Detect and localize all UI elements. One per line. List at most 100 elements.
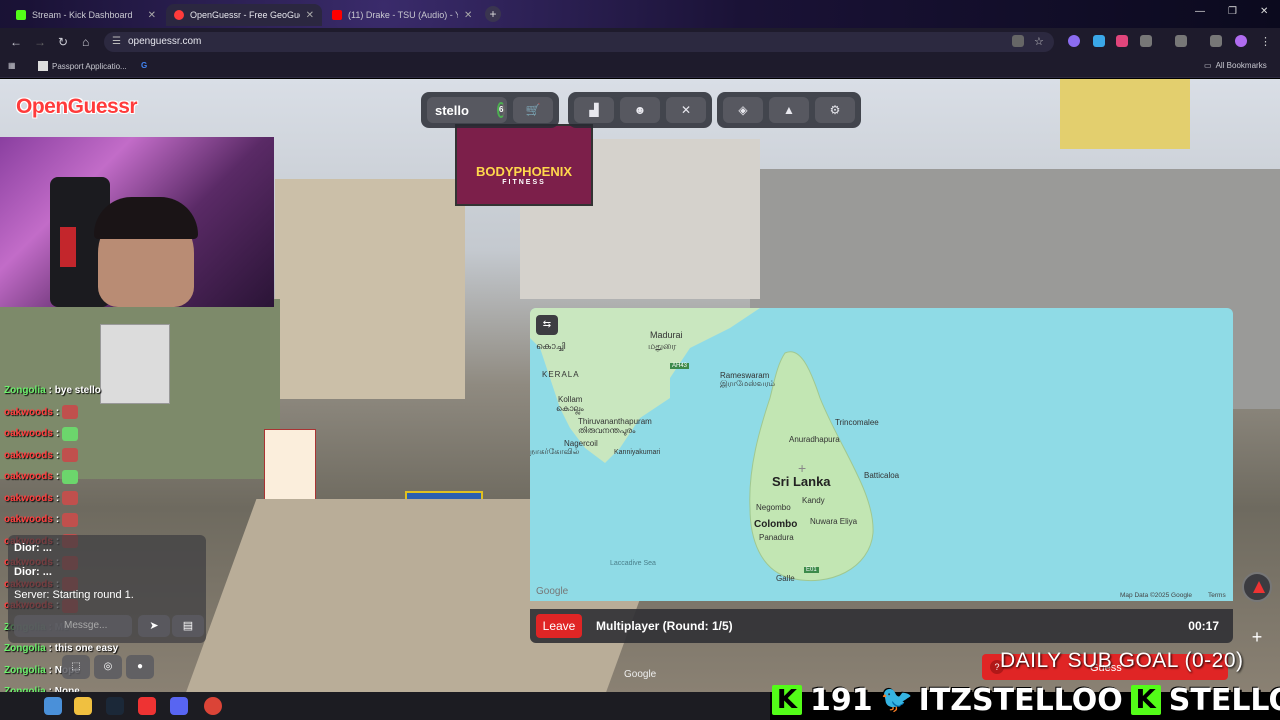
- taskbar-app-icon[interactable]: [44, 697, 62, 715]
- duel-button[interactable]: ✕: [666, 97, 706, 123]
- leaderboard-button[interactable]: ▟: [574, 97, 614, 123]
- new-tab-button[interactable]: +: [485, 6, 501, 22]
- chat-input[interactable]: Messge...: [14, 615, 132, 637]
- cart-icon: 🛒: [525, 103, 541, 117]
- forward-icon[interactable]: →: [34, 35, 46, 49]
- os-taskbar: [0, 692, 770, 720]
- emote-button[interactable]: ▤: [172, 615, 204, 637]
- map-toggle-button[interactable]: ⇆: [536, 315, 558, 335]
- label-galle: Galle: [776, 574, 795, 583]
- chat-username[interactable]: Zongolia: [4, 643, 46, 654]
- send-button[interactable]: ➤: [138, 615, 170, 637]
- leave-button[interactable]: Leave: [536, 614, 582, 638]
- crosshair-icon: +: [798, 460, 807, 476]
- layers-button[interactable]: ◈: [723, 97, 763, 123]
- tab-youtube[interactable]: (11) Drake - TSU (Audio) - YouT ✕: [324, 4, 484, 26]
- steam-icon[interactable]: [106, 697, 124, 715]
- social-button[interactable]: ⬚: [62, 655, 90, 679]
- google-icon[interactable]: G: [141, 61, 147, 70]
- obs-icon[interactable]: [138, 697, 156, 715]
- chat-username[interactable]: oakwoods: [4, 407, 53, 418]
- discord-button[interactable]: ◎: [94, 655, 122, 679]
- sub-goal-overlay: DAILY SUB GOAL (0-20): [1000, 649, 1244, 672]
- bookmark-passport[interactable]: Passport Applicatio...: [38, 61, 127, 71]
- settings-button[interactable]: ⚙: [815, 97, 855, 123]
- chat-emote-icon: [62, 448, 79, 463]
- profile-avatar[interactable]: [1235, 35, 1247, 47]
- level-ring: 6: [496, 102, 506, 118]
- label-kanniyakumari: Kanniyakumari: [614, 449, 661, 456]
- tab-title: OpenGuessr - Free GeoGue: [190, 10, 300, 20]
- bookmark-label: Passport Applicatio...: [52, 61, 127, 71]
- openguessr-logo[interactable]: OpenGuessr: [16, 95, 138, 119]
- chat-bubble-icon: ▤: [182, 620, 194, 632]
- learn-button[interactable]: ▲: [769, 97, 809, 123]
- shop-cart-button[interactable]: 🛒: [513, 97, 553, 123]
- chat-username[interactable]: Zongolia: [4, 665, 46, 676]
- terms-link[interactable]: Terms: [1208, 592, 1226, 599]
- kick-handle: STELLOOO: [1168, 682, 1280, 718]
- label-laccadive-sea: Laccadive Sea: [610, 560, 656, 567]
- maximize-icon[interactable]: ❐: [1228, 6, 1237, 17]
- reddit-button[interactable]: ●: [126, 655, 154, 679]
- discord-icon[interactable]: [170, 697, 188, 715]
- tab-openguessr[interactable]: OpenGuessr - Free GeoGue ✕: [166, 4, 322, 26]
- chat-username[interactable]: oakwoods: [4, 493, 53, 504]
- folder-icon[interactable]: [74, 697, 92, 715]
- extension-icon[interactable]: [1116, 35, 1128, 47]
- gear-icon: ⚙: [829, 103, 841, 117]
- label-anuradhapura: Anuradhapura: [789, 435, 840, 444]
- close-window-icon[interactable]: ✕: [1260, 6, 1268, 17]
- label-negombo: Negombo: [756, 503, 791, 512]
- label-madurai-ta: மதுரை: [648, 341, 677, 351]
- people-icon: ☻: [633, 103, 647, 117]
- media-icon[interactable]: [1210, 35, 1222, 47]
- round-timer: 00:17: [1188, 619, 1219, 633]
- zoom-in-button[interactable]: +: [1245, 627, 1269, 651]
- extension-icon[interactable]: [1068, 35, 1080, 47]
- tab-kick-dashboard[interactable]: Stream - Kick Dashboard ✕: [8, 4, 164, 26]
- user-level-box[interactable]: stello 6: [427, 97, 507, 123]
- minimize-icon[interactable]: —: [1195, 6, 1205, 17]
- chat-username[interactable]: oakwoods: [4, 471, 53, 482]
- site-info-icon[interactable]: ☰: [112, 32, 121, 52]
- chat-text: : this one easy: [48, 643, 119, 655]
- page-icon: [38, 61, 48, 71]
- chat-username[interactable]: oakwoods: [4, 514, 53, 525]
- menu-dots-icon[interactable]: ⋮: [1260, 35, 1272, 48]
- twitter-handle: ITZSTELLOO: [918, 682, 1123, 718]
- back-icon[interactable]: ←: [10, 35, 22, 49]
- password-key-icon[interactable]: [1012, 35, 1024, 47]
- multiplayer-button[interactable]: ☻: [620, 97, 660, 123]
- close-icon[interactable]: ✕: [306, 10, 314, 21]
- close-icon[interactable]: ✕: [148, 10, 156, 21]
- bookmark-star-icon[interactable]: ☆: [1034, 35, 1046, 48]
- extensions-puzzle-icon[interactable]: [1140, 35, 1152, 47]
- chrome-icon[interactable]: [204, 697, 222, 715]
- chat-username[interactable]: Zongolia: [4, 385, 46, 396]
- chat-line: oakwoods:: [4, 445, 204, 467]
- cast-icon[interactable]: [1175, 35, 1187, 47]
- gym-signboard: BODYPHOENIX FITNESS: [455, 124, 593, 206]
- viewer-count: 191: [810, 682, 873, 718]
- url-input[interactable]: ☰ openguessr.com: [104, 32, 1054, 52]
- all-bookmarks[interactable]: ▭ All Bookmarks: [1204, 61, 1267, 70]
- guess-map[interactable]: Madurai மதுரை കൊച്ചി KERALA Kollam കൊല്ല…: [530, 308, 1233, 601]
- extension-icon[interactable]: [1093, 35, 1105, 47]
- bookmark-label: All Bookmarks: [1215, 61, 1267, 70]
- home-icon[interactable]: ⌂: [82, 35, 89, 49]
- chat-username[interactable]: oakwoods: [4, 428, 53, 439]
- chat-username[interactable]: oakwoods: [4, 450, 53, 461]
- chat-emote-icon: [62, 491, 79, 506]
- compass-icon[interactable]: [1242, 572, 1272, 602]
- chat-text: :: [55, 449, 60, 461]
- kick-icon: [16, 10, 26, 20]
- round-status-bar: Leave Multiplayer (Round: 1/5) 00:17: [530, 609, 1233, 643]
- reddit-icon: ●: [136, 661, 144, 672]
- close-icon[interactable]: ✕: [464, 10, 472, 21]
- reload-icon[interactable]: ↻: [58, 35, 68, 49]
- url-text: openguessr.com: [128, 36, 202, 47]
- label-sri-lanka: Sri Lanka: [772, 474, 831, 489]
- apps-grid-icon[interactable]: ▦: [8, 61, 16, 70]
- graduation-cap-icon: ▲: [783, 103, 795, 117]
